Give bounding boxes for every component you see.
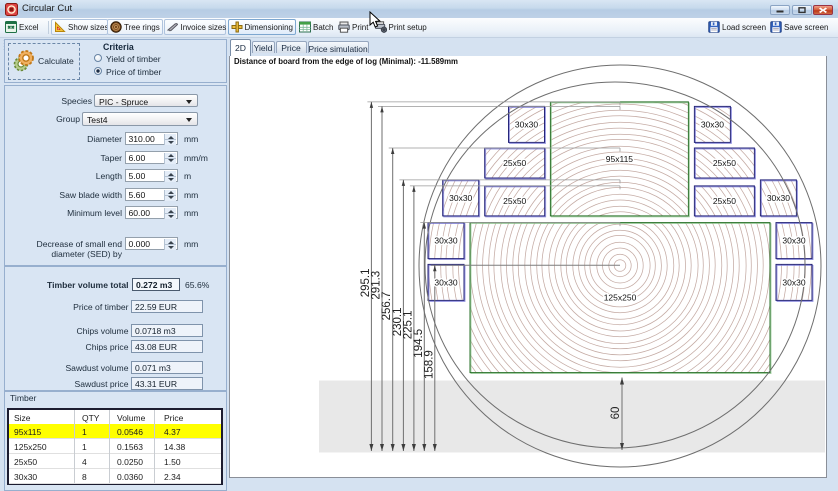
svg-text:30x30: 30x30 (449, 193, 472, 203)
svg-text:30x30: 30x30 (434, 236, 457, 246)
svg-text:Distance of board from the edg: Distance of board from the edge of log (… (234, 57, 458, 66)
svg-text:30x30: 30x30 (701, 119, 724, 129)
svg-text:125x250: 125x250 (604, 293, 637, 303)
svg-text:60: 60 (610, 407, 622, 420)
svg-text:25x50: 25x50 (713, 196, 736, 206)
svg-text:30x30: 30x30 (782, 236, 805, 246)
svg-text:25x50: 25x50 (713, 158, 736, 168)
svg-text:158.9: 158.9 (423, 350, 435, 379)
svg-text:30x30: 30x30 (782, 277, 805, 287)
svg-text:30x30: 30x30 (515, 119, 538, 129)
svg-text:25x50: 25x50 (503, 158, 526, 168)
svg-text:25x50: 25x50 (503, 196, 526, 206)
svg-text:95x115: 95x115 (606, 154, 634, 164)
svg-text:30x30: 30x30 (434, 277, 457, 287)
svg-text:30x30: 30x30 (767, 193, 790, 203)
